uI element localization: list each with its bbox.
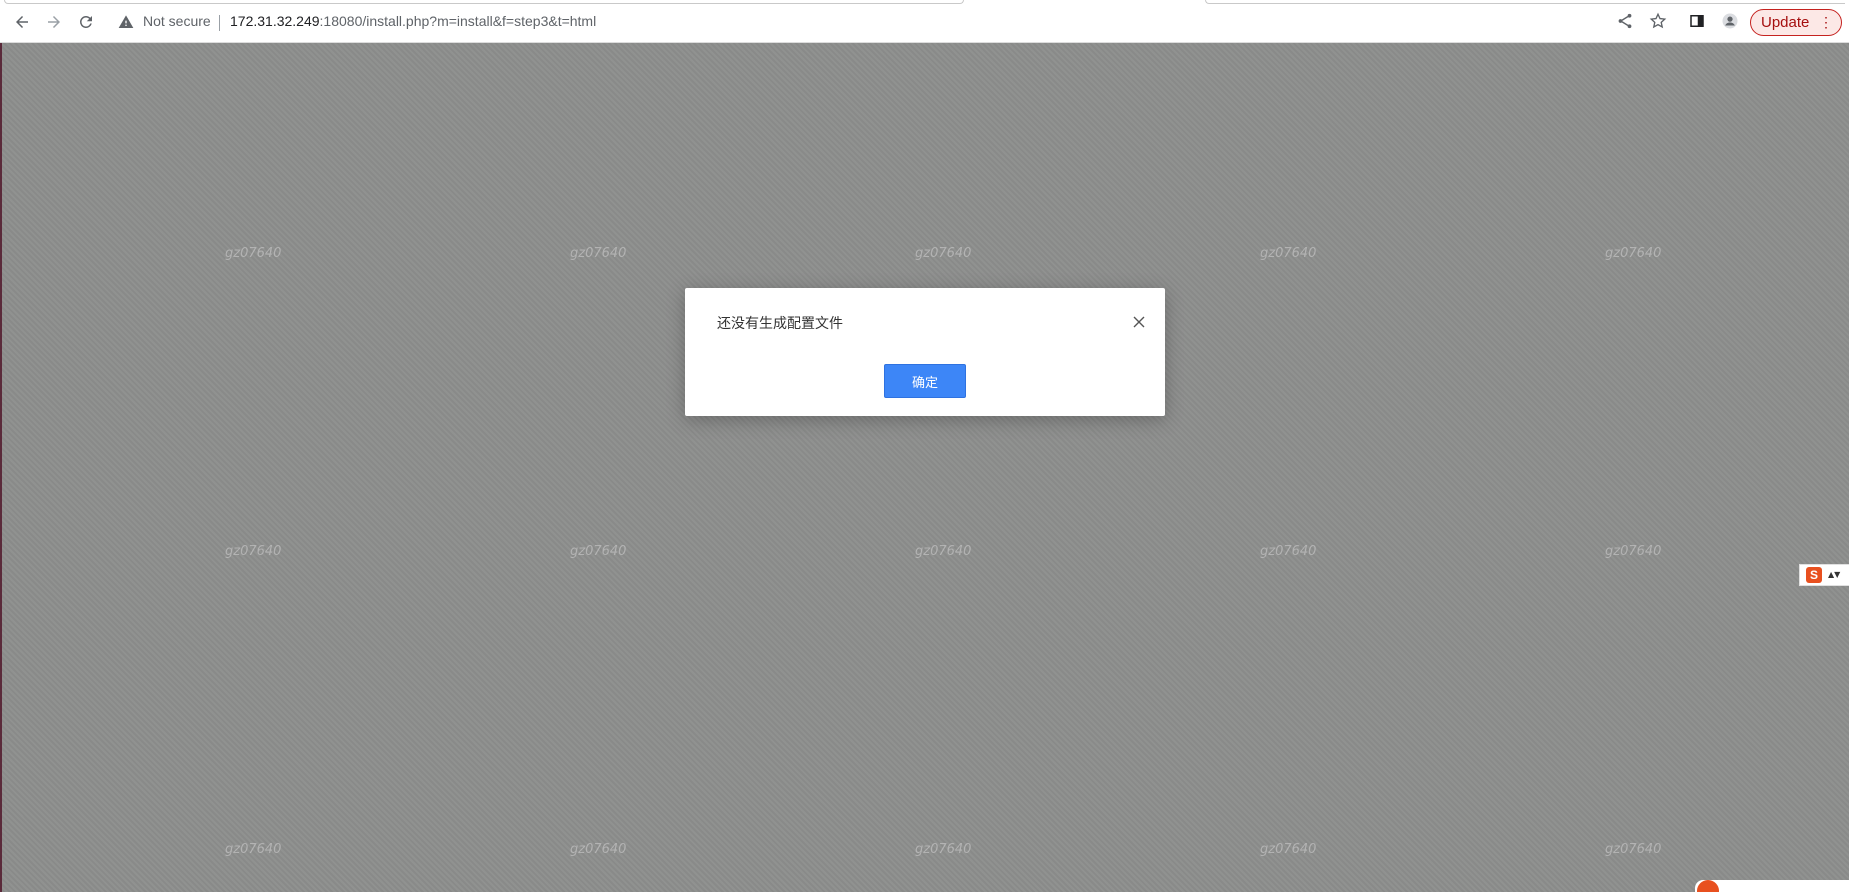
url-text[interactable]: 172.31.32.249:18080/install.php?m=instal…	[230, 13, 596, 29]
reload-button[interactable]	[74, 10, 98, 34]
watermark: gz07640	[915, 842, 972, 857]
alert-dialog: 还没有生成配置文件 确定	[685, 288, 1165, 416]
tab-strip-edge	[1205, 0, 1845, 4]
watermark: gz07640	[1605, 842, 1662, 857]
update-label: Update	[1761, 14, 1810, 31]
watermark: gz07640	[225, 842, 282, 857]
watermark: gz07640	[570, 246, 627, 261]
sogou-logo-icon: S	[1806, 567, 1822, 583]
close-icon	[1133, 316, 1145, 328]
watermark: gz07640	[1260, 246, 1317, 261]
page-overlay: gz07640 gz07640 gz07640 gz07640 gz07640 …	[0, 43, 1849, 892]
profile-button[interactable]	[1720, 11, 1740, 31]
side-panel-icon	[1690, 15, 1704, 27]
watermark: gz07640	[570, 842, 627, 857]
toggle-arrows-icon[interactable]: ▲▼	[1828, 571, 1840, 579]
url-path: :18080/install.php?m=install&f=step3&t=h…	[319, 13, 597, 29]
back-arrow-icon	[16, 16, 28, 28]
watermark: gz07640	[225, 246, 282, 261]
forward-button[interactable]	[42, 10, 66, 34]
dialog-message: 还没有生成配置文件	[717, 316, 843, 332]
corner-widget[interactable]	[1695, 880, 1849, 892]
security-status[interactable]: Not secure	[143, 13, 211, 29]
warning-icon	[118, 15, 134, 28]
back-button[interactable]	[10, 10, 34, 34]
watermark: gz07640	[1605, 544, 1662, 559]
reload-icon	[79, 15, 92, 28]
watermark: gz07640	[570, 544, 627, 559]
browser-toolbar: Not secure 172.31.32.249:18080/install.p…	[0, 0, 1849, 43]
input-method-widget[interactable]: S ▲▼	[1799, 564, 1849, 586]
update-button[interactable]: Update ⋮	[1750, 9, 1842, 36]
confirm-button[interactable]: 确定	[884, 364, 966, 398]
watermark: gz07640	[1260, 544, 1317, 559]
side-panel-button[interactable]	[1687, 11, 1707, 31]
url-host: 172.31.32.249	[230, 13, 320, 29]
widget-logo-icon	[1697, 880, 1719, 892]
watermark: gz07640	[1605, 246, 1662, 261]
divider	[219, 15, 220, 31]
watermark: gz07640	[1260, 842, 1317, 857]
window-edge	[0, 43, 2, 892]
tab-strip-edge	[4, 0, 964, 4]
kebab-menu-icon[interactable]: ⋮	[1819, 14, 1833, 30]
address-bar[interactable]: Not secure 172.31.32.249:18080/install.p…	[108, 6, 1618, 38]
forward-arrow-icon	[48, 16, 60, 28]
dialog-close-button[interactable]	[1131, 314, 1147, 330]
watermark: gz07640	[915, 544, 972, 559]
star-icon	[1649, 12, 1667, 29]
share-button[interactable]	[1615, 11, 1635, 31]
watermark: gz07640	[225, 544, 282, 559]
profile-icon	[1722, 13, 1738, 29]
watermark: gz07640	[915, 246, 972, 261]
bookmark-button[interactable]	[1648, 11, 1668, 31]
share-icon	[1618, 13, 1632, 29]
